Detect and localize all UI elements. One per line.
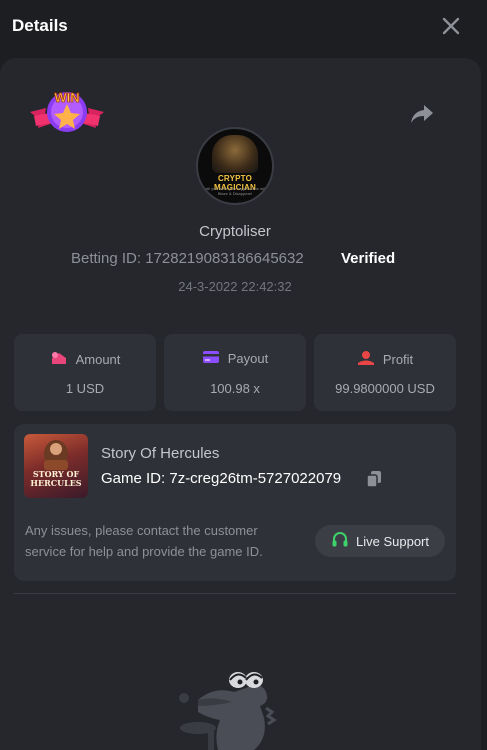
amount-value: 1 USD (65, 381, 105, 396)
page-title: Details (12, 16, 68, 35)
profit-value: 99.9800000 USD (335, 381, 435, 396)
divider (14, 593, 456, 594)
live-support-label: Live Support (356, 533, 429, 549)
share-icon[interactable] (410, 103, 434, 125)
game-thumbnail[interactable]: STORY OF HERCULES (24, 434, 88, 498)
profit-icon (357, 350, 375, 369)
win-badge-text: WIN (54, 90, 79, 105)
game-thumb-title: STORY OF HERCULES (30, 469, 82, 488)
copy-icon[interactable] (366, 470, 382, 488)
stat-payout: Payout 100.98 x (164, 334, 306, 411)
verified-badge: Verified (341, 250, 396, 267)
win-badge-icon: WIN (28, 86, 106, 142)
stat-profit: Profit 99.9800000 USD (314, 334, 456, 411)
bet-datetime: 24-3-2022 22:42:32 (178, 279, 292, 294)
live-support-button[interactable]: Live Support (315, 525, 445, 557)
payout-icon (202, 350, 220, 367)
headset-icon (331, 531, 349, 552)
game-card: STORY OF HERCULES Story Of Hercules Game… (14, 424, 456, 581)
payout-value: 100.98 x (210, 381, 260, 396)
close-icon[interactable] (441, 16, 461, 36)
game-id: Game ID: 7z-creg26tm-5727022079 (101, 470, 342, 487)
avatar-sublabel: until you have your crypto coins with Bl… (202, 186, 268, 196)
avatar-figure (212, 135, 258, 173)
crocodile-mascot-icon (174, 658, 280, 750)
betting-id: Betting ID: 1728219083186645632 (71, 250, 304, 267)
payout-label: Payout (227, 351, 269, 366)
avatar: CRYPTO MAGICIAN until you have your cryp… (196, 127, 274, 205)
amount-label: Amount (75, 352, 121, 367)
amount-icon (50, 350, 68, 369)
username: Cryptoliser (199, 223, 271, 240)
details-header: Details (0, 0, 487, 56)
issues-text: Any issues, please contact the customer … (25, 523, 263, 559)
stat-amount: Amount 1 USD (14, 334, 156, 411)
game-name[interactable]: Story Of Hercules (101, 445, 219, 462)
profit-label: Profit (382, 352, 414, 367)
